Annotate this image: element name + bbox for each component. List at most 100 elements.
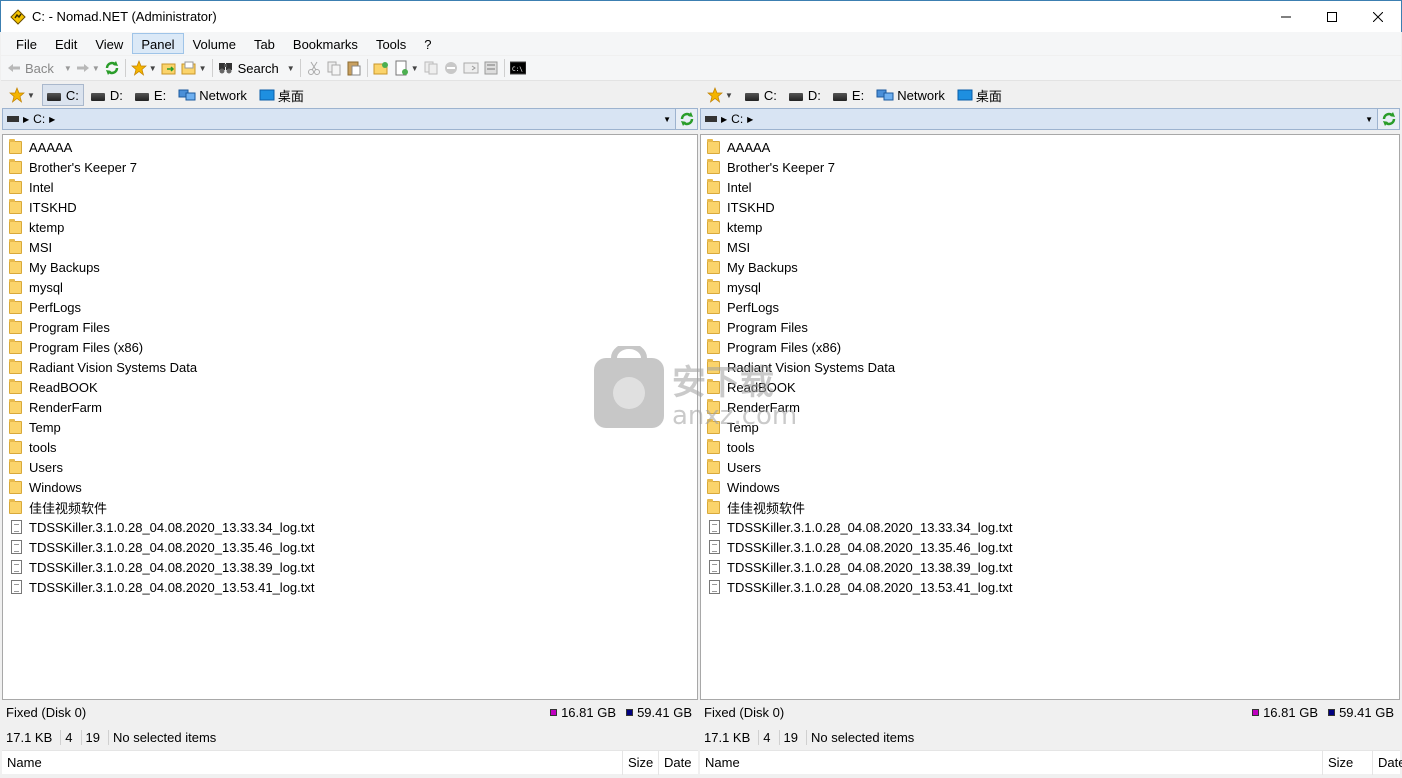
folder-row[interactable]: My Backups: [3, 257, 697, 277]
folder-row[interactable]: MSI: [3, 237, 697, 257]
column-name[interactable]: Name: [2, 751, 42, 775]
menu-bookmarks[interactable]: Bookmarks: [284, 33, 367, 54]
column-size[interactable]: Size: [1322, 750, 1353, 775]
file-list[interactable]: AAAAA Brother's Keeper 7 Intel ITSKHD ktemp M…: [2, 134, 698, 700]
refresh-button[interactable]: [102, 57, 122, 79]
address-dropdown-icon[interactable]: ▼: [1365, 115, 1373, 124]
drive-c[interactable]: C:: [41, 84, 84, 106]
menu-edit[interactable]: Edit: [46, 33, 86, 54]
column-date[interactable]: Date: [1372, 750, 1402, 775]
folder-row[interactable]: ReadBOOK: [3, 377, 697, 397]
folder-row[interactable]: Users: [3, 457, 697, 477]
delete-button[interactable]: [441, 57, 461, 79]
breadcrumb-arrow-icon[interactable]: ▶: [747, 115, 753, 124]
folder-row[interactable]: mysql: [701, 277, 1399, 297]
folder-row[interactable]: Radiant Vision Systems Data: [701, 357, 1399, 377]
folder-row[interactable]: Intel: [3, 177, 697, 197]
cut-button[interactable]: [304, 57, 324, 79]
file-row[interactable]: TDSSKiller.3.1.0.28_04.08.2020_13.38.39_…: [701, 557, 1399, 577]
breadcrumb-c[interactable]: C:: [33, 112, 45, 126]
folder-row[interactable]: ITSKHD: [3, 197, 697, 217]
file-row[interactable]: TDSSKiller.3.1.0.28_04.08.2020_13.53.41_…: [3, 577, 697, 597]
move-to-folder-button[interactable]: [159, 57, 179, 79]
file-row[interactable]: TDSSKiller.3.1.0.28_04.08.2020_13.35.46_…: [3, 537, 697, 557]
address-refresh-button[interactable]: [675, 109, 697, 129]
address-dropdown-icon[interactable]: ▼: [663, 115, 671, 124]
open-folder-button[interactable]: ▼: [179, 57, 209, 79]
menu-panel[interactable]: Panel: [132, 33, 184, 54]
favorites-button[interactable]: ▼: [129, 57, 159, 79]
menu-file[interactable]: File: [7, 33, 46, 54]
menu-volume[interactable]: Volume: [184, 33, 245, 54]
address-bar[interactable]: ▶ C: ▶ ▼: [2, 108, 698, 130]
folder-row[interactable]: tools: [3, 437, 697, 457]
folder-row[interactable]: Program Files (x86): [701, 337, 1399, 357]
desktop-button[interactable]: 桌面: [952, 84, 1007, 106]
file-row[interactable]: TDSSKiller.3.1.0.28_04.08.2020_13.53.41_…: [701, 577, 1399, 597]
folder-row[interactable]: Program Files (x86): [3, 337, 697, 357]
file-row[interactable]: TDSSKiller.3.1.0.28_04.08.2020_13.35.46_…: [701, 537, 1399, 557]
search-button[interactable]: Search ▼: [216, 57, 297, 79]
close-button[interactable]: [1355, 1, 1401, 32]
properties-button[interactable]: [481, 57, 501, 79]
file-row[interactable]: TDSSKiller.3.1.0.28_04.08.2020_13.38.39_…: [3, 557, 697, 577]
drive-d[interactable]: D:: [86, 84, 128, 106]
folder-row[interactable]: RenderFarm: [701, 397, 1399, 417]
file-row[interactable]: TDSSKiller.3.1.0.28_04.08.2020_13.33.34_…: [3, 517, 697, 537]
folder-row[interactable]: ktemp: [3, 217, 697, 237]
column-size[interactable]: Size: [622, 750, 653, 775]
menu-help[interactable]: ?: [415, 33, 440, 54]
folder-row[interactable]: Brother's Keeper 7: [701, 157, 1399, 177]
folder-row[interactable]: PerfLogs: [701, 297, 1399, 317]
folder-row[interactable]: Program Files: [701, 317, 1399, 337]
folder-row[interactable]: 佳佳视频软件: [3, 497, 697, 517]
file-list[interactable]: AAAAA Brother's Keeper 7 Intel ITSKHD ktemp M…: [700, 134, 1400, 700]
favorites-button[interactable]: ▼: [702, 84, 738, 106]
folder-row[interactable]: ITSKHD: [701, 197, 1399, 217]
folder-row[interactable]: mysql: [3, 277, 697, 297]
folder-row[interactable]: Temp: [701, 417, 1399, 437]
folder-row[interactable]: 佳佳视频软件: [701, 497, 1399, 517]
folder-row[interactable]: ReadBOOK: [701, 377, 1399, 397]
back-button[interactable]: Back ▼: [5, 57, 74, 79]
drive-c[interactable]: C:: [740, 84, 782, 106]
column-date[interactable]: Date: [658, 750, 691, 775]
copy-button[interactable]: [324, 57, 344, 79]
network-button[interactable]: Network: [173, 84, 252, 106]
paste-button[interactable]: [344, 57, 364, 79]
folder-row[interactable]: Windows: [701, 477, 1399, 497]
forward-button[interactable]: ▼: [74, 57, 102, 79]
new-file-button[interactable]: ▼: [391, 57, 421, 79]
folder-row[interactable]: Brother's Keeper 7: [3, 157, 697, 177]
file-row[interactable]: TDSSKiller.3.1.0.28_04.08.2020_13.33.34_…: [701, 517, 1399, 537]
folder-row[interactable]: tools: [701, 437, 1399, 457]
address-bar[interactable]: ▶ C: ▶ ▼: [700, 108, 1400, 130]
folder-row[interactable]: Users: [701, 457, 1399, 477]
desktop-button[interactable]: 桌面: [254, 84, 309, 106]
folder-row[interactable]: Temp: [3, 417, 697, 437]
rename-button[interactable]: [461, 57, 481, 79]
folder-row[interactable]: Program Files: [3, 317, 697, 337]
folder-row[interactable]: Intel: [701, 177, 1399, 197]
breadcrumb-arrow-icon[interactable]: ▶: [23, 115, 29, 124]
column-name[interactable]: Name: [700, 751, 740, 775]
favorites-button[interactable]: ▼: [4, 84, 40, 106]
folder-row[interactable]: MSI: [701, 237, 1399, 257]
address-refresh-button[interactable]: [1377, 109, 1399, 129]
folder-row[interactable]: AAAAA: [3, 137, 697, 157]
folder-row[interactable]: PerfLogs: [3, 297, 697, 317]
network-button[interactable]: Network: [871, 84, 950, 106]
menu-tab[interactable]: Tab: [245, 33, 284, 54]
drive-e[interactable]: E:: [828, 84, 869, 106]
folder-row[interactable]: RenderFarm: [3, 397, 697, 417]
folder-row[interactable]: AAAAA: [701, 137, 1399, 157]
breadcrumb-c[interactable]: C:: [731, 112, 743, 126]
maximize-button[interactable]: [1309, 1, 1355, 32]
minimize-button[interactable]: [1263, 1, 1309, 32]
new-folder-button[interactable]: [371, 57, 391, 79]
folder-row[interactable]: Windows: [3, 477, 697, 497]
drive-d[interactable]: D:: [784, 84, 826, 106]
drive-e[interactable]: E:: [130, 84, 171, 106]
menu-view[interactable]: View: [86, 33, 132, 54]
command-prompt-button[interactable]: C:\: [508, 57, 528, 79]
